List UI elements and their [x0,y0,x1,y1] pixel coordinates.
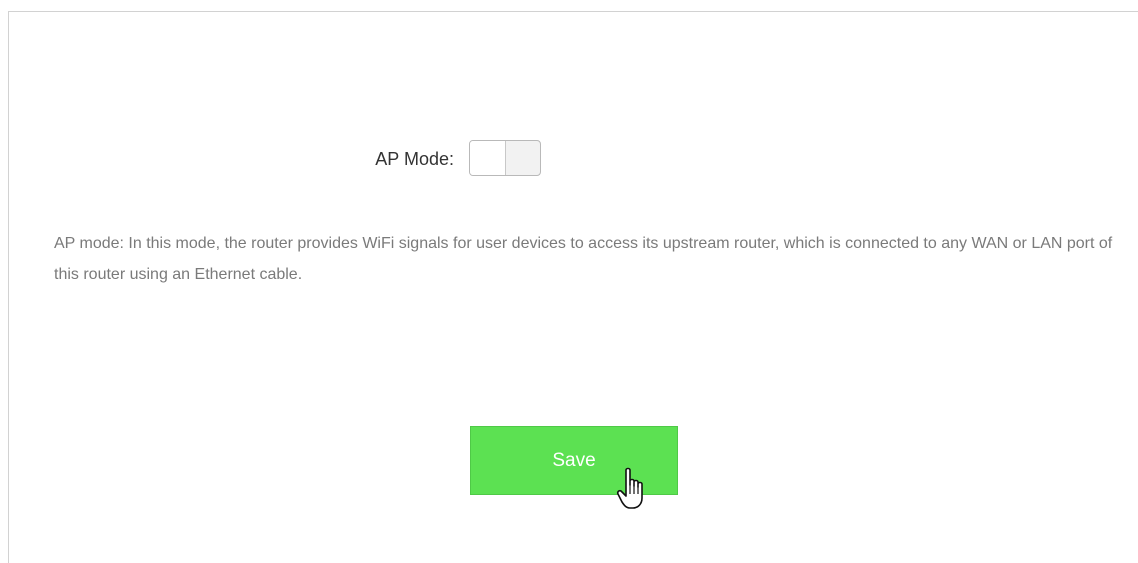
ap-mode-toggle[interactable] [469,140,541,176]
toggle-knob [470,141,506,175]
panel-border-left [8,11,9,563]
ap-mode-label: AP Mode: [375,149,454,169]
save-button-label: Save [552,450,596,471]
ap-mode-description: AP mode: In this mode, the router provid… [54,235,1113,283]
save-button[interactable]: Save [470,426,678,495]
panel-border-top [8,11,1138,12]
